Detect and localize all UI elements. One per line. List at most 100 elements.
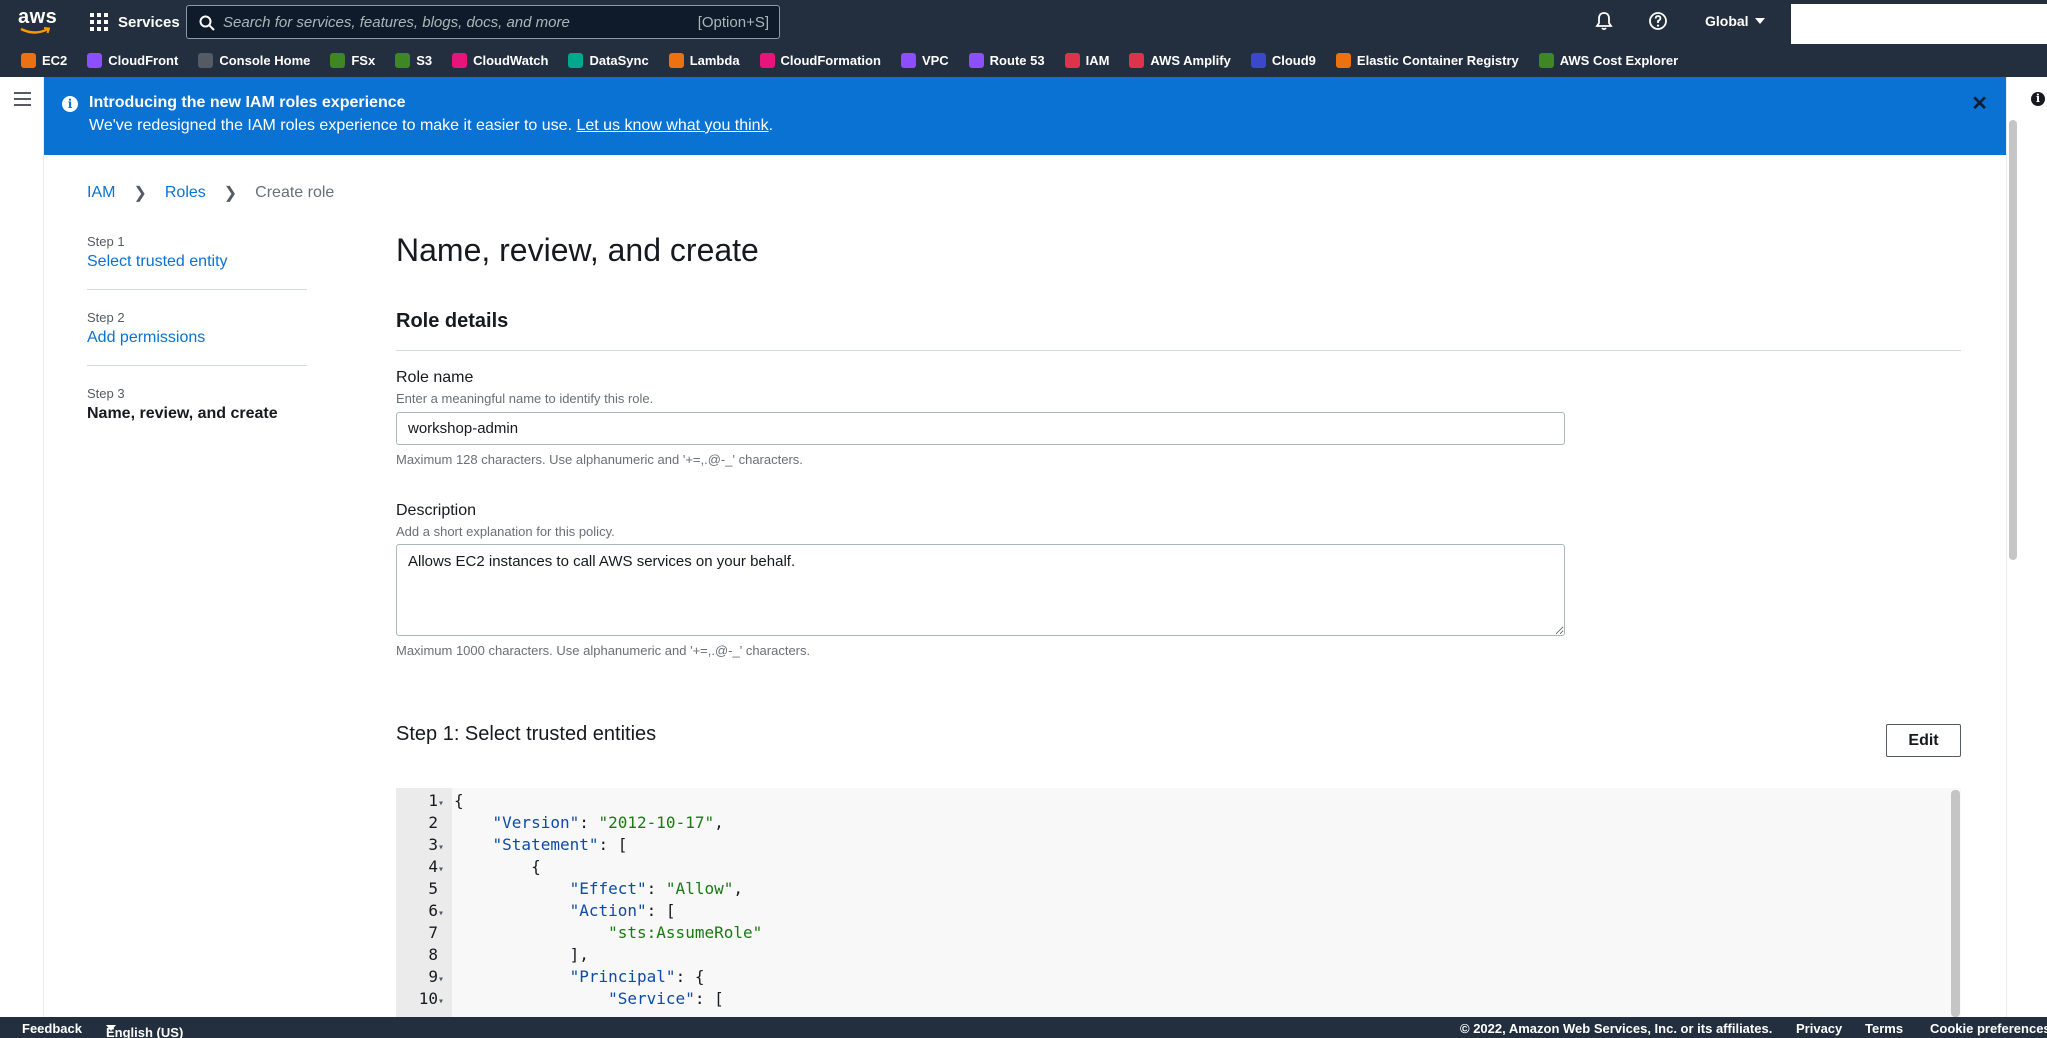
line-number: 4 — [428, 857, 438, 876]
favorite-fsx[interactable]: FSx — [330, 53, 375, 68]
search-shortcut: [Option+S] — [697, 14, 769, 31]
page-title: Name, review, and create — [396, 232, 759, 268]
favorite-label: Route 53 — [989, 53, 1045, 68]
edit-button[interactable]: Edit — [1886, 724, 1961, 757]
line-number: 7 — [428, 923, 438, 942]
line-number: 1 — [428, 791, 438, 810]
feedback-link[interactable]: Feedback — [22, 1021, 82, 1036]
code-line: 9▾ "Principal": { — [396, 966, 704, 988]
vpc-icon — [900, 53, 916, 68]
search-input[interactable] — [223, 6, 643, 38]
footer: Feedback English (US) © 2022, Amazon Web… — [0, 1017, 2047, 1038]
line-number: 2 — [428, 813, 438, 832]
favorite-cloudfront[interactable]: CloudFront — [87, 53, 178, 68]
caret-down-icon — [106, 1025, 116, 1031]
favorite-cloudformation[interactable]: CloudFormation — [759, 53, 881, 68]
aws-logo[interactable]: aws — [18, 6, 58, 36]
services-menu-button[interactable]: Services — [90, 12, 180, 32]
favorite-label: IAM — [1085, 53, 1110, 68]
code-text: { — [454, 857, 541, 876]
copyright-text: © 2022, Amazon Web Services, Inc. or its… — [1460, 1021, 1773, 1036]
lambda-icon — [668, 53, 684, 68]
feedback-link[interactable]: Let us know what you think — [576, 117, 768, 134]
close-icon[interactable]: ✕ — [1971, 94, 1988, 114]
code-editor-scrollbar[interactable] — [1951, 790, 1960, 1017]
main-content: Name, review, and create Role details Ro… — [396, 228, 1961, 757]
iam-icon — [1064, 53, 1080, 68]
favorite-vpc[interactable]: VPC — [900, 53, 949, 68]
s3-icon — [395, 53, 411, 68]
favorite-amplify[interactable]: AWS Amplify — [1129, 53, 1231, 68]
help-icon[interactable] — [1648, 11, 1668, 36]
console-home-icon — [198, 53, 214, 68]
terms-link[interactable]: Terms — [1865, 1021, 1903, 1036]
favorite-cost-explorer[interactable]: AWS Cost Explorer — [1538, 53, 1678, 68]
favorite-label: EC2 — [42, 53, 68, 68]
favorite-datasync[interactable]: DataSync — [568, 53, 649, 68]
favorite-cloudwatch[interactable]: CloudWatch — [452, 53, 548, 68]
favorite-s3[interactable]: S3 — [395, 53, 432, 68]
code-line: 1▾{ — [396, 790, 463, 812]
services-label: Services — [118, 13, 180, 31]
ec2-icon — [21, 53, 36, 68]
aws-logo-text: aws — [18, 6, 58, 28]
notifications-bell-icon[interactable] — [1594, 11, 1614, 36]
code-text: "Version": "2012-10-17", — [492, 813, 724, 832]
wizard-steps: Step 1 Select trusted entity Step 2 Add … — [87, 234, 307, 461]
hamburger-menu-icon[interactable] — [14, 92, 31, 106]
favorite-iam[interactable]: IAM — [1064, 53, 1110, 68]
favorite-ec2[interactable]: EC2 — [21, 53, 67, 68]
fsx-icon — [330, 53, 346, 68]
info-icon[interactable]: i — [2031, 92, 2045, 106]
favorite-label: AWS Amplify — [1150, 53, 1231, 68]
privacy-link[interactable]: Privacy — [1796, 1021, 1842, 1036]
cloudfront-icon — [87, 53, 103, 68]
cloudwatch-icon — [452, 53, 468, 68]
step-link-select-trusted-entity[interactable]: Select trusted entity — [87, 253, 307, 271]
favorite-label: Lambda — [689, 53, 740, 68]
code-text: "Effect": "Allow", — [569, 879, 743, 898]
fold-caret-icon[interactable]: ▾ — [438, 991, 450, 1013]
step-link-add-permissions[interactable]: Add permissions — [87, 329, 307, 347]
code-line: 2 "Version": "2012-10-17", — [396, 812, 723, 834]
step-current-name-review-create: Name, review, and create — [87, 405, 278, 422]
code-line: 3▾ "Statement": [ — [396, 834, 627, 856]
breadcrumb-iam[interactable]: IAM — [87, 184, 115, 202]
line-number: 9 — [428, 967, 438, 986]
favorite-ecr[interactable]: Elastic Container Registry — [1335, 53, 1519, 68]
cookie-preferences-link[interactable]: Cookie preferences — [1930, 1021, 2047, 1036]
code-text: { — [454, 791, 464, 810]
breadcrumb-roles[interactable]: Roles — [165, 184, 206, 202]
ecr-icon — [1335, 53, 1351, 68]
cost-explorer-icon — [1538, 53, 1554, 68]
description-hint-text: Add a short explanation for this policy. — [396, 524, 615, 539]
search-bar[interactable]: [Option+S] — [186, 5, 780, 39]
divider — [396, 350, 1961, 351]
favorite-console-home[interactable]: Console Home — [198, 53, 310, 68]
favorite-route53[interactable]: Route 53 — [968, 53, 1045, 68]
code-text: ], — [454, 945, 589, 964]
favorite-label: Elastic Container Registry — [1356, 53, 1519, 68]
favorite-lambda[interactable]: Lambda — [668, 53, 740, 68]
chevron-right-icon: ❯ — [223, 185, 238, 202]
favorite-label: Console Home — [219, 53, 311, 68]
code-text: "sts:AssumeRole" — [608, 923, 763, 942]
breadcrumb-current: Create role — [255, 184, 335, 201]
code-text: "Service": [ — [608, 989, 724, 1008]
favorite-cloud9[interactable]: Cloud9 — [1250, 53, 1316, 68]
info-icon: i — [62, 96, 78, 112]
page-scrollbar[interactable] — [2009, 120, 2017, 560]
favorites-bar: EC2 CloudFront Console Home FSx S3 CloudWatch… — [0, 44, 2047, 77]
caret-down-icon — [1754, 18, 1765, 24]
role-name-constraint: Maximum 128 characters. Use alphanumeric… — [396, 452, 803, 467]
cloudformation-icon — [759, 53, 775, 68]
top-navigation: aws Services [Option+S] Global — [0, 0, 2047, 54]
description-textarea[interactable]: Allows EC2 instances to call AWS service… — [396, 544, 1565, 636]
region-label: Global — [1705, 13, 1749, 29]
wizard-step-1: Step 1 Select trusted entity — [87, 234, 307, 290]
trust-policy-code-editor[interactable]: 1▾{2 "Version": "2012-10-17", 3▾ "Stateme… — [396, 788, 1961, 1017]
region-selector[interactable]: Global — [1705, 13, 1765, 29]
line-number: 10 — [418, 989, 438, 1008]
role-name-input[interactable] — [396, 412, 1565, 445]
favorite-label: CloudFormation — [780, 53, 881, 68]
